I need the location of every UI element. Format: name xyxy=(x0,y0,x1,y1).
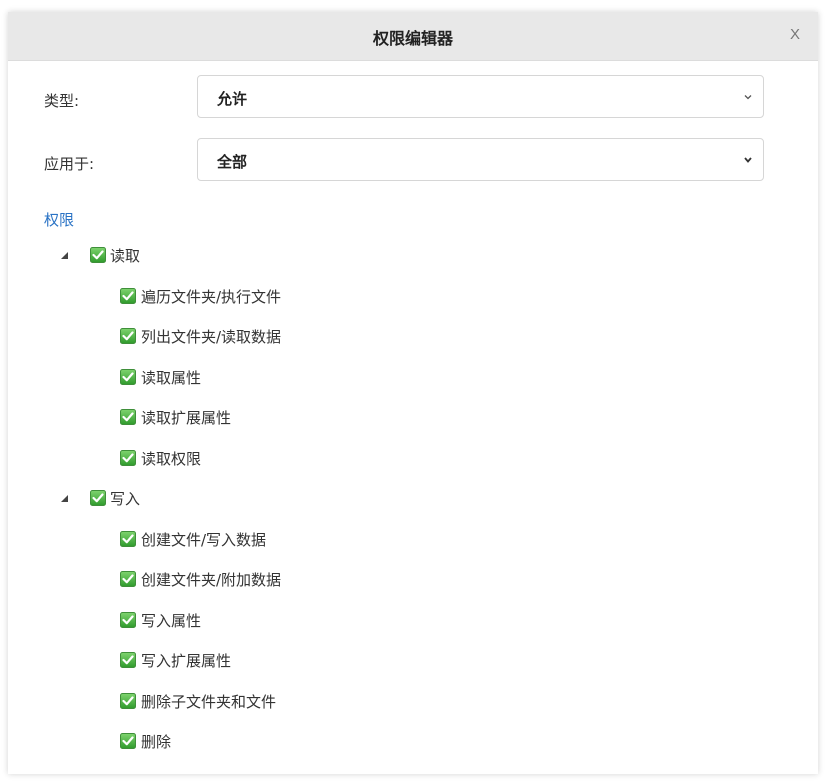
dialog-title: 权限编辑器 xyxy=(372,29,453,48)
tree-item-label: 读取权限 xyxy=(141,449,202,468)
tree-item-label: 创建文件夹/附加数据 xyxy=(141,571,282,589)
checkbox-checked-icon[interactable] xyxy=(120,328,136,344)
checkbox-checked-icon[interactable] xyxy=(90,490,106,506)
checkbox-checked-icon[interactable] xyxy=(120,611,136,628)
checkbox-checked-icon[interactable] xyxy=(120,368,136,385)
tree-group-label: 读取 xyxy=(110,247,141,265)
type-select[interactable]: 允许 xyxy=(197,75,764,118)
checkbox-checked-icon[interactable] xyxy=(120,287,136,304)
triangle-expanded-icon[interactable] xyxy=(60,250,70,260)
chevron-down-icon xyxy=(744,95,752,100)
checkbox-checked-icon[interactable] xyxy=(120,449,136,466)
close-icon[interactable]: X xyxy=(790,26,800,43)
tree-item-label: 读取扩展属性 xyxy=(141,409,232,427)
permission-editor-dialog: 权限编辑器 X 类型: 允许 应用于: 全部 权限 读取遍历文件夹/执行文件 列出… xyxy=(8,12,818,774)
tree-item-label: 写入属性 xyxy=(141,611,202,630)
tree-item-label: 写入扩展属性 xyxy=(141,652,232,670)
tree-item-label: 列出文件夹/读取数据 xyxy=(141,328,282,346)
tree-item-label: 读取属性 xyxy=(141,368,202,387)
tree-group-label: 写入 xyxy=(110,490,141,508)
tree-item-label: 删除子文件夹和文件 xyxy=(141,692,277,711)
checkbox-checked-icon[interactable] xyxy=(90,247,106,263)
dialog-titlebar: 权限编辑器 X xyxy=(8,12,818,61)
checkbox-checked-icon[interactable] xyxy=(120,652,136,668)
checkbox-checked-icon[interactable] xyxy=(120,733,136,749)
checkbox-checked-icon[interactable] xyxy=(120,530,136,547)
checkbox-checked-icon[interactable] xyxy=(120,409,136,425)
chevron-down-icon xyxy=(744,157,752,163)
triangle-expanded-icon[interactable] xyxy=(60,493,70,503)
type-select-value: 允许 xyxy=(217,90,248,108)
apply-to-label: 应用于: xyxy=(44,155,95,173)
permissions-section-title: 权限 xyxy=(44,211,75,229)
checkbox-checked-icon[interactable] xyxy=(120,692,136,709)
tree-item-label: 创建文件/写入数据 xyxy=(141,530,267,549)
tree-item-label: 删除 xyxy=(141,733,172,751)
apply-to-select-value: 全部 xyxy=(217,153,248,171)
apply-to-select[interactable]: 全部 xyxy=(197,138,764,181)
type-label: 类型: xyxy=(44,92,80,110)
checkbox-checked-icon[interactable] xyxy=(120,571,136,587)
tree-item-label: 遍历文件夹/执行文件 xyxy=(141,287,282,306)
